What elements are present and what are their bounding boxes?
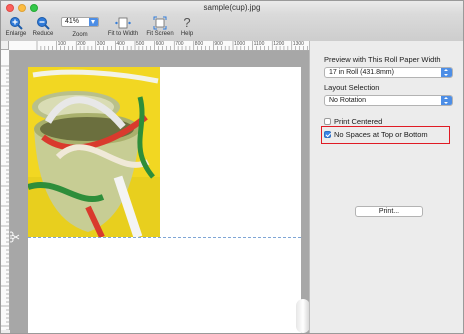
ruler-tick-label: 700 <box>175 41 184 47</box>
roll-width-select[interactable]: 17 in Roll (431.8mm) <box>324 67 453 78</box>
help-icon: ? <box>183 15 191 30</box>
title-bar: sample(cup).jpg <box>1 1 463 15</box>
help-button[interactable]: ? Help <box>178 15 196 41</box>
layout-selection-label: Layout Selection <box>324 83 380 92</box>
zoom-in-icon <box>10 17 23 30</box>
checkbox-box[interactable] <box>324 117 331 125</box>
window-title: sample(cup).jpg <box>203 3 261 12</box>
zoom-select[interactable]: 41% <box>61 17 99 27</box>
fit-screen-label: Fit Screen <box>146 31 174 37</box>
ruler-tick-label: 1000 <box>234 41 246 47</box>
fit-screen-button[interactable]: Fit Screen <box>143 15 177 41</box>
fit-to-width-label: Fit to Width <box>107 31 139 37</box>
ruler-tick-label: 1200 <box>273 41 285 47</box>
fit-to-width-button[interactable]: Fit to Width <box>105 15 141 41</box>
ruler-ticks-vertical <box>1 65 9 330</box>
app-window: sample(cup).jpg Enlarge Reduce 41% Zoom <box>0 0 464 334</box>
reduce-button[interactable]: Reduce <box>30 15 56 41</box>
ruler-tick-label: 500 <box>136 41 145 47</box>
ruler-corner <box>1 41 9 50</box>
zoom-value: 41% <box>65 18 80 25</box>
chevron-updown-icon <box>441 96 452 105</box>
ruler-tick-label: 900 <box>214 41 223 47</box>
paper-roll-end <box>296 299 309 333</box>
scissors-icon <box>10 231 20 243</box>
preview-width-label: Preview with This Roll Paper Width <box>324 55 441 64</box>
ruler-tick-label: 1100 <box>253 41 265 47</box>
fit-width-icon <box>115 17 131 29</box>
print-button[interactable]: Print... <box>355 206 423 217</box>
cut-line <box>28 237 301 238</box>
settings-panel: Preview with This Roll Paper Width 17 in… <box>309 41 463 333</box>
highlight-box <box>321 126 450 144</box>
help-label: Help <box>180 31 194 37</box>
ruler-tick-label: 400 <box>116 41 125 47</box>
layout-value: No Rotation <box>329 97 366 104</box>
layout-select[interactable]: No Rotation <box>324 95 453 106</box>
chevron-updown-icon <box>441 68 452 77</box>
toolbar: Enlarge Reduce 41% Zoom Fit to Width Fit… <box>1 15 463 42</box>
ruler-tick-label: 100 <box>57 41 66 47</box>
fit-screen-icon <box>153 16 167 30</box>
print-centered-label: Print Centered <box>334 117 383 126</box>
preview-canvas[interactable] <box>10 51 309 333</box>
roll-width-value: 17 in Roll (431.8mm) <box>329 69 394 76</box>
enlarge-label: Enlarge <box>5 31 27 37</box>
ruler-tick-label: 600 <box>155 41 164 47</box>
ruler-tick-label: 200 <box>77 41 86 47</box>
enlarge-button[interactable]: Enlarge <box>4 15 28 41</box>
ruler-tick-label: 300 <box>96 41 106 47</box>
zoom-out-icon <box>37 17 50 30</box>
reduce-label: Reduce <box>32 31 54 37</box>
top-ruler: 100 200 300 400 500 600 700 800 900 1000 1100 1200 1… <box>9 41 324 51</box>
ruler-tick-label: 800 <box>194 41 204 47</box>
zoom-label: Zoom <box>72 32 88 38</box>
chevron-down-icon <box>89 18 98 26</box>
ruler-tick-label: 1300 <box>292 41 304 47</box>
preview-image <box>28 67 160 237</box>
left-ruler <box>1 50 10 330</box>
